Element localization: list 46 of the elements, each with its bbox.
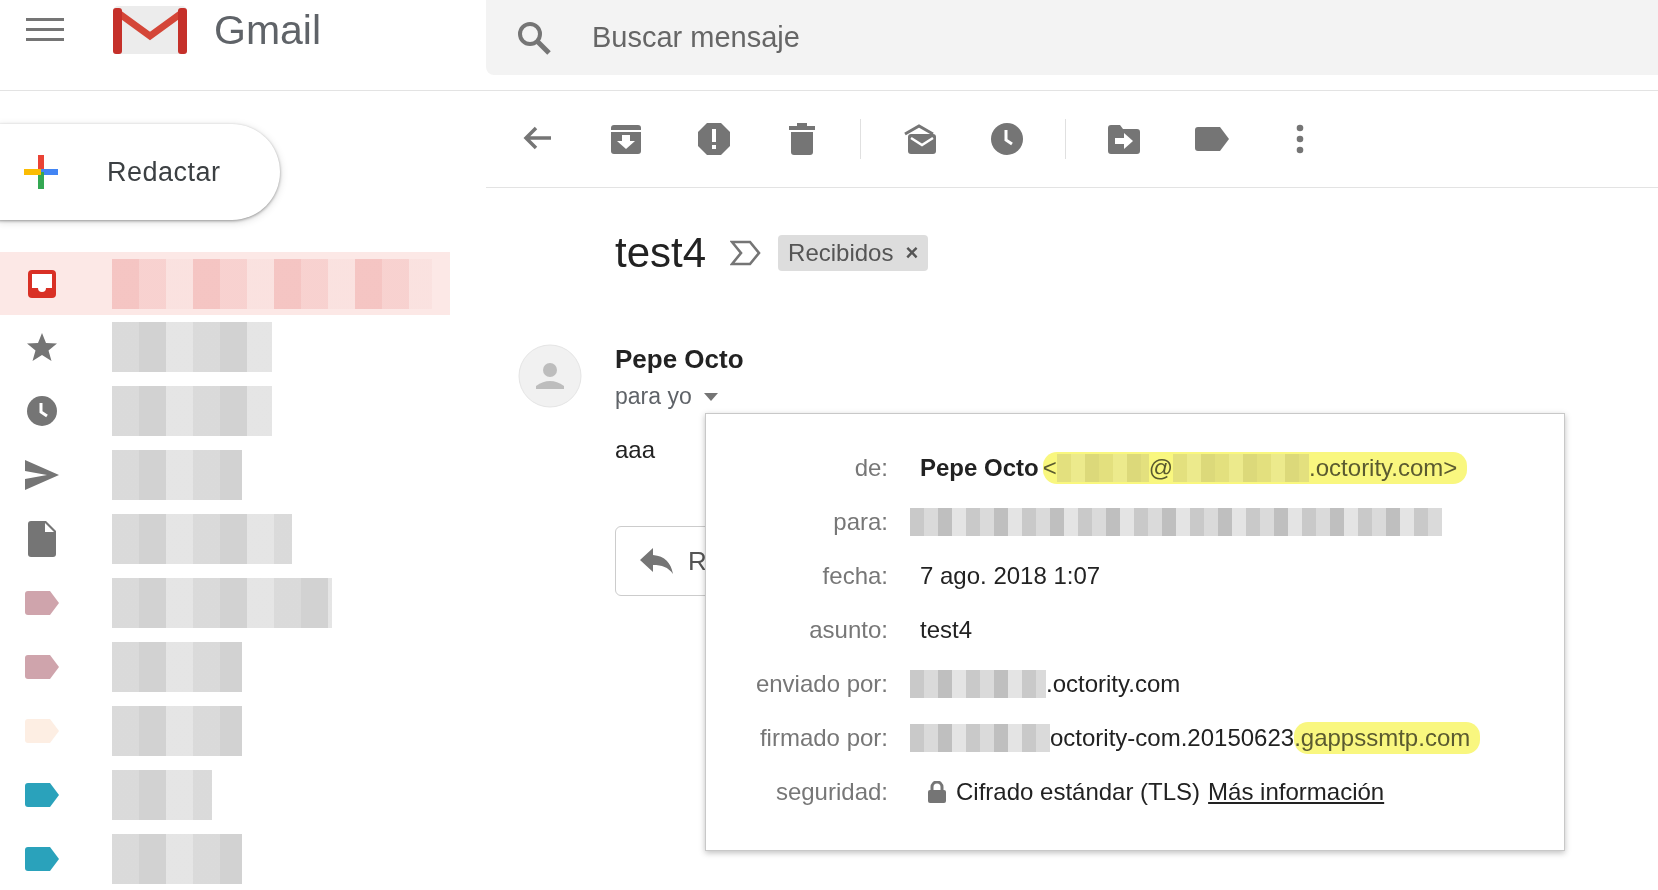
label-icon xyxy=(25,655,59,679)
detail-text: .octority.com> xyxy=(1309,454,1458,482)
envelope-logo-icon[interactable] xyxy=(113,4,187,56)
label-icon xyxy=(25,783,59,807)
plus-icon xyxy=(24,155,58,189)
label-icon xyxy=(25,591,59,615)
detail-label: de: xyxy=(853,454,888,482)
sender-name: Pepe Octo xyxy=(615,344,745,375)
caret-icon xyxy=(703,392,718,401)
search-icon[interactable] xyxy=(516,20,552,56)
message-subject: test4 xyxy=(615,229,707,277)
inbox-icon xyxy=(26,267,58,300)
detail-text: Cifrado estándar (TLS) xyxy=(956,778,1201,806)
detail-label: firmado por: xyxy=(758,724,888,752)
clock-icon xyxy=(26,395,58,427)
detail-text: < xyxy=(1042,454,1057,482)
label-icon xyxy=(25,847,59,871)
detail-label: fecha: xyxy=(821,562,888,590)
label-chip: Recibidos × xyxy=(778,235,929,271)
detail-label: enviado por: xyxy=(754,670,888,698)
more-info-link[interactable]: Más información xyxy=(1208,778,1385,806)
label-icon xyxy=(25,719,59,743)
app-name: Gmail xyxy=(214,6,322,54)
search-field[interactable]: Buscar mensaje xyxy=(486,0,1658,75)
send-icon xyxy=(25,459,59,491)
detail-text: octority-com.20150623 xyxy=(1050,724,1295,752)
compose-button[interactable]: Redactar xyxy=(0,124,280,220)
avatar-icon xyxy=(518,344,582,408)
detail-text: .octority.com xyxy=(1046,670,1181,698)
detail-text: .gappssmtp.com xyxy=(1294,724,1471,752)
document-icon xyxy=(28,521,56,557)
recipient-toggle[interactable]: para yo xyxy=(615,383,718,410)
detail-text: @ xyxy=(1148,454,1174,482)
detail-text: 7 ago. 2018 1:07 xyxy=(920,562,1101,590)
star-icon xyxy=(26,331,58,363)
sender-name: Pepe Octo xyxy=(920,454,1039,482)
reply-arrow-icon xyxy=(640,548,674,574)
importance-marker-icon[interactable] xyxy=(730,240,763,266)
remove-label-button[interactable]: × xyxy=(905,240,919,266)
detail-text: test4 xyxy=(920,616,973,644)
menu-icon[interactable] xyxy=(26,17,64,43)
lock-icon xyxy=(928,781,946,803)
detail-label: seguridad: xyxy=(774,778,888,806)
detail-label: para: xyxy=(832,508,888,536)
message-body: aaa xyxy=(615,436,657,464)
detail-label: asunto: xyxy=(808,616,888,644)
